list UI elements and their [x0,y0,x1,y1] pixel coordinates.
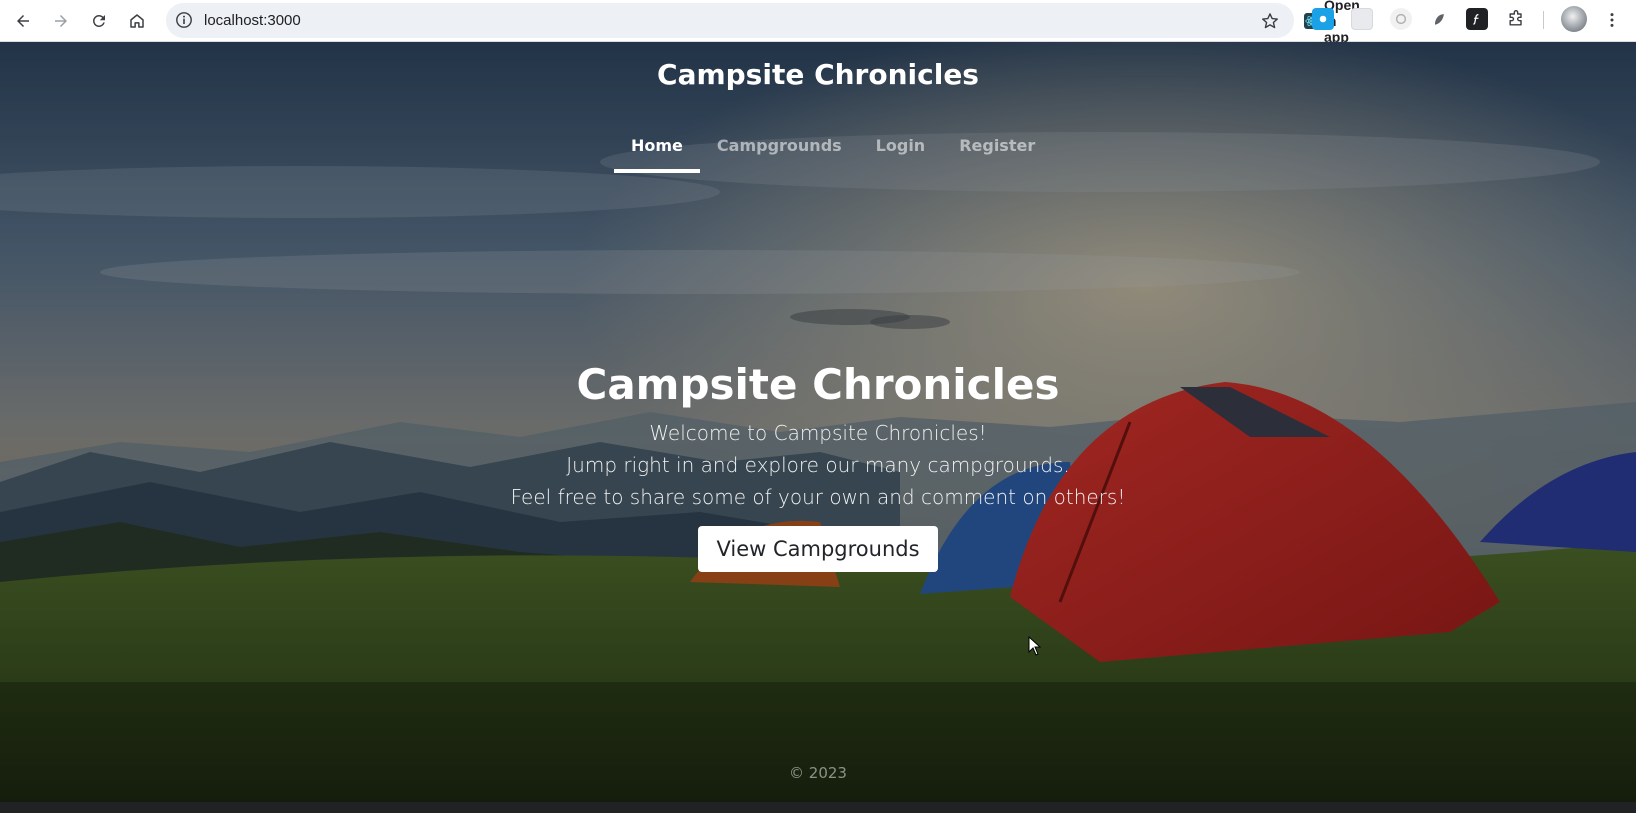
hero-share-text: Feel free to share some of your own and … [510,485,1126,509]
nav-campgrounds[interactable]: Campgrounds [700,130,859,173]
hero-section: Campsite Chronicles Welcome to Campsite … [0,360,1636,572]
page-viewport: Campsite Chronicles Home Campgrounds Log… [0,42,1636,802]
hero-title: Campsite Chronicles [576,360,1060,409]
nav-login[interactable]: Login [859,130,943,173]
puzzle-icon[interactable] [1505,8,1527,30]
reload-icon [92,14,105,27]
star-icon [1262,13,1278,29]
address-bar[interactable]: localhost:3000 Open in app [166,0,1360,45]
mouse-cursor-icon [1028,635,1042,660]
nav-home[interactable]: Home [614,130,700,173]
extension-grey-icon[interactable] [1351,8,1373,30]
info-icon[interactable] [174,10,194,30]
arrow-right-icon [55,15,67,27]
kebab-menu-icon[interactable] [1600,7,1624,33]
bookmark-star-button[interactable] [1258,9,1282,33]
home-button[interactable] [122,6,152,36]
extension-function-icon[interactable] [1466,8,1488,30]
arrow-left-icon [17,15,29,27]
hero-welcome-text: Welcome to Campsite Chronicles! [649,421,987,445]
site-brand[interactable]: Campsite Chronicles [0,58,1636,91]
extension-screencast-icon[interactable] [1312,8,1334,30]
profile-avatar[interactable] [1561,6,1587,32]
reload-button[interactable] [84,6,114,36]
extension-leaf-icon[interactable] [1428,8,1450,30]
window-bottom-edge [0,802,1636,813]
nav-register[interactable]: Register [942,130,1052,173]
extension-circle-icon[interactable] [1390,8,1412,30]
hero-explore-text: Jump right in and explore our many campg… [566,453,1070,477]
home-icon [130,14,144,28]
toolbar-divider [1543,11,1544,29]
site-nav: Home Campgrounds Login Register [614,130,1052,173]
back-button[interactable] [8,6,38,36]
forward-button[interactable] [46,6,76,36]
browser-toolbar: localhost:3000 Open in app [0,0,1636,45]
view-campgrounds-button[interactable]: View Campgrounds [698,526,938,572]
footer-copyright: © 2023 [789,764,847,782]
url-text: localhost:3000 [204,12,301,29]
